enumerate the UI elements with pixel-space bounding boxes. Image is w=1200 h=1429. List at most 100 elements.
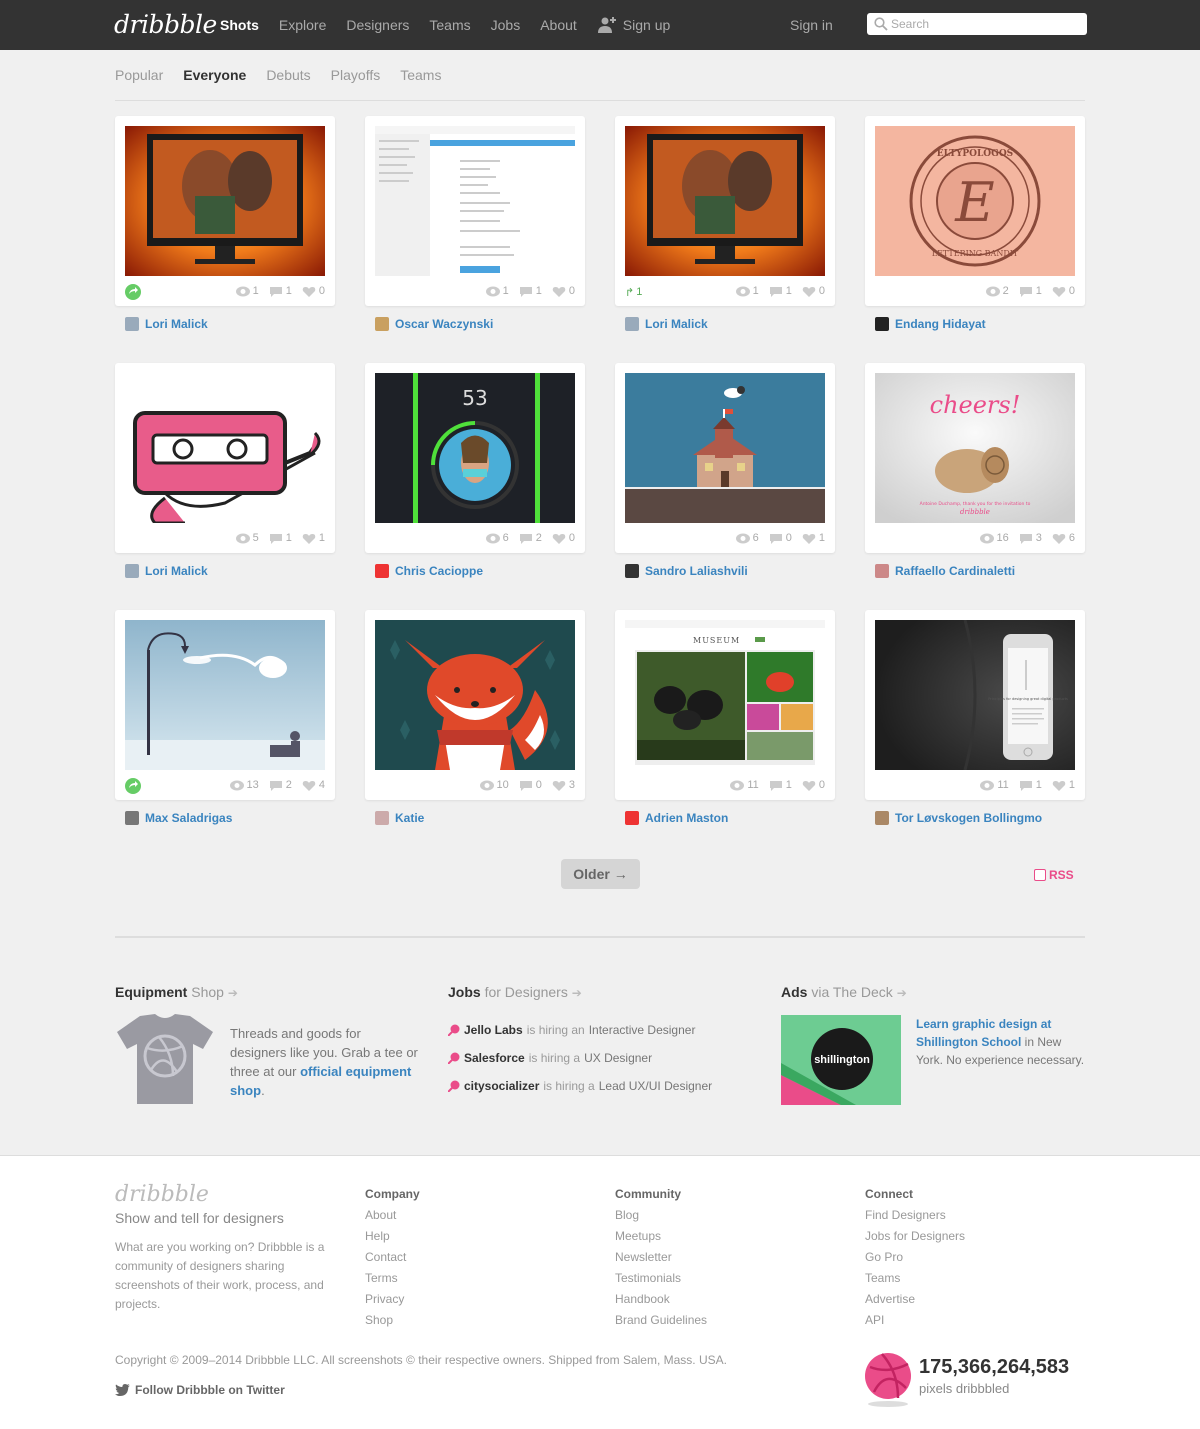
ad-image[interactable]: shillington: [781, 1015, 901, 1105]
shot-thumbnail[interactable]: MUSEUM 11 1 0: [615, 610, 835, 800]
shot-thumbnail[interactable]: E ELTYPOLOGOS LETTERING BANDIT 2 1 0: [865, 116, 1085, 306]
player-link[interactable]: Endang Hidayat: [875, 317, 986, 331]
comments-stat[interactable]: 1: [1019, 285, 1042, 297]
ads-heading[interactable]: Ads via The Deck ➔: [781, 984, 907, 1000]
footer-link[interactable]: Find Designers: [865, 1208, 965, 1229]
nav-about[interactable]: About: [540, 17, 577, 33]
tshirt-image[interactable]: [115, 1014, 215, 1106]
shot-thumbnail[interactable]: 1 1 0: [115, 116, 335, 306]
shot-image[interactable]: [125, 126, 325, 276]
job-listing[interactable]: Jello Labs is hiring an Interactive Design…: [448, 1016, 712, 1044]
footer-link[interactable]: Jobs for Designers: [865, 1229, 965, 1250]
search-input[interactable]: [891, 15, 1081, 33]
likes-stat[interactable]: 0: [552, 285, 575, 297]
likes-stat[interactable]: 0: [802, 779, 825, 791]
comments-stat[interactable]: 1: [769, 779, 792, 791]
shot-image[interactable]: MUSEUM: [625, 620, 825, 770]
footer-link[interactable]: Blog: [615, 1208, 707, 1229]
footer-link[interactable]: Newsletter: [615, 1250, 707, 1271]
nav-shots[interactable]: Shots: [220, 17, 259, 33]
shot-image[interactable]: [375, 126, 575, 276]
likes-stat[interactable]: 4: [302, 779, 325, 791]
shot-image[interactable]: cheers! Antoine Duchamp, thank you for th…: [875, 373, 1075, 523]
player-link[interactable]: Chris Cacioppe: [375, 564, 483, 578]
footer-link[interactable]: API: [865, 1313, 965, 1334]
job-listing[interactable]: citysocializer is hiring a Lead UX/UI Desi…: [448, 1072, 712, 1100]
rss-link[interactable]: RSS: [1034, 868, 1074, 882]
shot-image[interactable]: [375, 620, 575, 770]
dribbble-logo[interactable]: dribbble: [114, 10, 217, 39]
player-link[interactable]: Lori Malick: [125, 317, 208, 331]
shot-thumbnail[interactable]: 13 2 4: [115, 610, 335, 800]
footer-link[interactable]: Teams: [865, 1271, 965, 1292]
comments-stat[interactable]: 1: [1019, 779, 1042, 791]
shot-image[interactable]: [125, 373, 325, 523]
nav-designers[interactable]: Designers: [346, 17, 409, 33]
rebound-icon[interactable]: [125, 778, 141, 794]
shot-thumbnail[interactable]: Principles for designing great digital p…: [865, 610, 1085, 800]
comments-stat[interactable]: 1: [519, 285, 542, 297]
shot-thumbnail[interactable]: ↱ 1 1 1 0: [615, 116, 835, 306]
player-link[interactable]: Oscar Waczynski: [375, 317, 493, 331]
likes-stat[interactable]: 1: [1052, 779, 1075, 791]
shot-image[interactable]: [125, 620, 325, 770]
tab-playoffs[interactable]: Playoffs: [331, 67, 381, 83]
job-listing[interactable]: Salesforce is hiring a UX Designer: [448, 1044, 712, 1072]
equipment-heading[interactable]: Equipment Shop ➔: [115, 984, 238, 1000]
comments-stat[interactable]: 2: [519, 532, 542, 544]
rebound-count[interactable]: ↱ 1: [625, 286, 642, 299]
footer-link[interactable]: Help: [365, 1229, 420, 1250]
player-link[interactable]: Tor Løvskogen Bollingmo: [875, 811, 1042, 825]
tab-debuts[interactable]: Debuts: [266, 67, 310, 83]
rebound-icon[interactable]: [125, 284, 141, 300]
shot-thumbnail[interactable]: 6 0 1: [615, 363, 835, 553]
nav-explore[interactable]: Explore: [279, 17, 326, 33]
comments-stat[interactable]: 0: [519, 779, 542, 791]
tab-popular[interactable]: Popular: [115, 67, 163, 83]
shot-thumbnail[interactable]: 10 0 3: [365, 610, 585, 800]
likes-stat[interactable]: 1: [802, 532, 825, 544]
comments-stat[interactable]: 0: [769, 532, 792, 544]
tab-teams[interactable]: Teams: [400, 67, 441, 83]
footer-link[interactable]: Meetups: [615, 1229, 707, 1250]
likes-stat[interactable]: 1: [302, 532, 325, 544]
footer-logo[interactable]: dribbble: [115, 1182, 209, 1207]
nav-jobs[interactable]: Jobs: [491, 17, 521, 33]
comments-stat[interactable]: 1: [269, 285, 292, 297]
player-link[interactable]: Lori Malick: [625, 317, 708, 331]
footer-link[interactable]: Shop: [365, 1313, 420, 1334]
shot-thumbnail[interactable]: 1 1 0: [365, 116, 585, 306]
shot-thumbnail[interactable]: 5 1 1: [115, 363, 335, 553]
footer-link[interactable]: Testimonials: [615, 1271, 707, 1292]
footer-link[interactable]: About: [365, 1208, 420, 1229]
shot-image[interactable]: 53: [375, 373, 575, 523]
nav-teams[interactable]: Teams: [429, 17, 470, 33]
shot-image[interactable]: E ELTYPOLOGOS LETTERING BANDIT: [875, 126, 1075, 276]
likes-stat[interactable]: 0: [802, 285, 825, 297]
footer-link[interactable]: Contact: [365, 1250, 420, 1271]
likes-stat[interactable]: 6: [1052, 532, 1075, 544]
comments-stat[interactable]: 2: [269, 779, 292, 791]
likes-stat[interactable]: 0: [302, 285, 325, 297]
comments-stat[interactable]: 1: [269, 532, 292, 544]
footer-link[interactable]: Go Pro: [865, 1250, 965, 1271]
footer-link[interactable]: Terms: [365, 1271, 420, 1292]
likes-stat[interactable]: 0: [552, 532, 575, 544]
shot-image[interactable]: Principles for designing great digital p…: [875, 620, 1075, 770]
footer-link[interactable]: Privacy: [365, 1292, 420, 1313]
signin-link[interactable]: Sign in: [790, 17, 833, 33]
shot-thumbnail[interactable]: cheers! Antoine Duchamp, thank you for th…: [865, 363, 1085, 553]
older-button[interactable]: Older →: [561, 859, 640, 889]
player-link[interactable]: Raffaello Cardinaletti: [875, 564, 1015, 578]
tab-everyone[interactable]: Everyone: [183, 67, 246, 83]
shot-image[interactable]: [625, 126, 825, 276]
comments-stat[interactable]: 1: [769, 285, 792, 297]
player-link[interactable]: Adrien Maston: [625, 811, 728, 825]
footer-link[interactable]: Advertise: [865, 1292, 965, 1313]
player-link[interactable]: Max Saladrigas: [125, 811, 232, 825]
shot-image[interactable]: [625, 373, 825, 523]
twitter-link[interactable]: Follow Dribbble on Twitter: [115, 1383, 285, 1397]
player-link[interactable]: Sandro Laliashvili: [625, 564, 748, 578]
player-link[interactable]: Katie: [375, 811, 424, 825]
footer-link[interactable]: Handbook: [615, 1292, 707, 1313]
